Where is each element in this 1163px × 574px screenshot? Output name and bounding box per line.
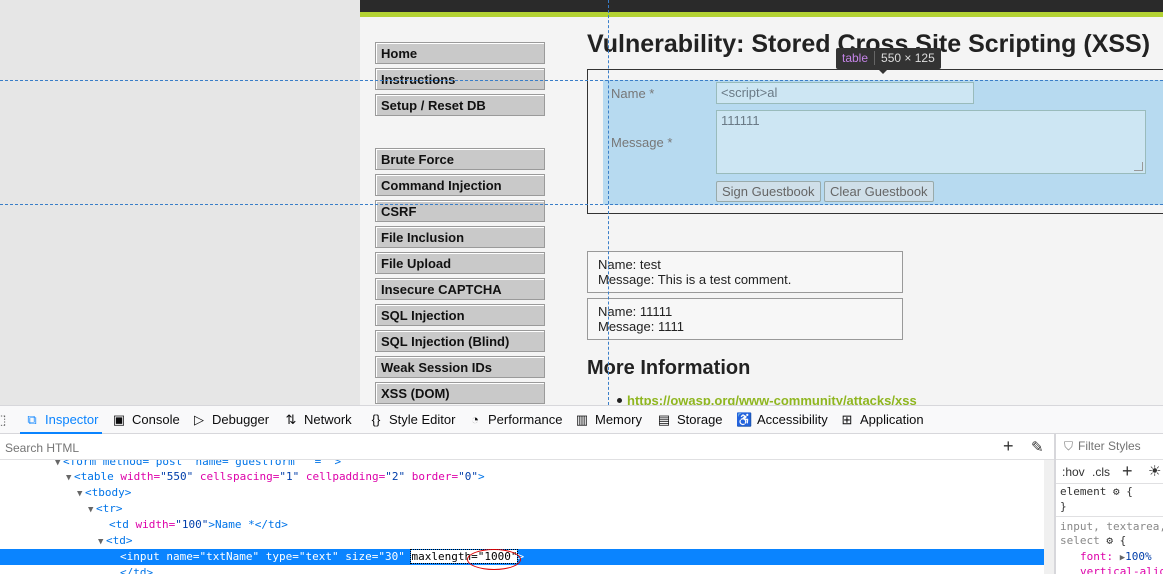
rule-prop-vertical-align: vertical-alig xyxy=(1080,565,1163,574)
accessibility-icon: ♿ xyxy=(736,412,753,427)
message-label: Message * xyxy=(611,135,673,150)
application-icon: ⊞ xyxy=(841,412,853,427)
menu-item-command-injection[interactable]: Command Injection xyxy=(375,174,545,196)
menu-item-setup[interactable]: Setup / Reset DB xyxy=(375,94,545,116)
inspector-highlight-overlay: Name * <script>al Message * 111111 Sign … xyxy=(603,80,1163,205)
left-page-area xyxy=(0,0,360,405)
rule-prop-font: font: ▶100% xyxy=(1080,550,1152,563)
highlight-guide-left xyxy=(608,0,609,405)
markup-line-input-selected[interactable]: <input name="txtName" type="text" size="… xyxy=(0,549,1044,570)
sign-guestbook-button[interactable]: Sign Guestbook xyxy=(716,181,821,202)
markup-line-td[interactable]: ▼ <td> xyxy=(98,533,1054,549)
tab-style-editor[interactable]: {} Style Editor xyxy=(368,406,456,434)
menu-item-sql-injection-blind[interactable]: SQL Injection (Blind) xyxy=(375,330,545,352)
collapse-arrow-icon[interactable]: ▼ xyxy=(88,502,96,518)
menu-gap xyxy=(375,120,545,148)
search-html-input[interactable] xyxy=(3,437,987,458)
debugger-icon: ▷ xyxy=(194,412,204,427)
comment-message: Message: 1111 xyxy=(598,319,684,334)
markup-line-table[interactable]: ▼ <table width="550" cellspacing="1" cell… xyxy=(66,469,1054,485)
rule-divider xyxy=(1056,516,1163,517)
markup-line-td-close[interactable]: </td> xyxy=(120,565,1054,574)
collapse-arrow-icon[interactable]: ▼ xyxy=(66,470,74,486)
tab-inspector[interactable]: ⧉ Inspector xyxy=(19,406,103,434)
rules-panel: Filter Styles ⛉ :hov .cls + ☀ element ⚙ … xyxy=(1056,434,1163,574)
menu-item-sql-injection[interactable]: SQL Injection xyxy=(375,304,545,326)
comment-name: Name: 11111 xyxy=(598,304,673,319)
highlight-guide-top xyxy=(0,80,1163,81)
rule-input-selector: input, textarea, xyxy=(1060,520,1163,533)
sidebar-menu: Home Instructions Setup / Reset DB Brute… xyxy=(375,42,545,405)
storage-icon: ▤ xyxy=(657,412,671,427)
add-rule-icon[interactable]: + xyxy=(1122,461,1133,482)
collapse-arrow-icon[interactable]: ▼ xyxy=(55,460,63,471)
collapse-arrow-icon[interactable]: ▼ xyxy=(77,486,85,502)
filter-icon: ⛉ xyxy=(1064,439,1074,453)
network-icon: ⇅ xyxy=(285,412,297,427)
tab-application[interactable]: ⊞ Application xyxy=(839,406,924,434)
menu-item-xss-dom[interactable]: XSS (DOM) xyxy=(375,382,545,404)
performance-icon: ◔ xyxy=(471,412,479,427)
gear-icon[interactable]: ⚙ xyxy=(1106,534,1113,547)
style-editor-icon: {} xyxy=(371,412,381,427)
tab-performance[interactable]: ◔ Performance xyxy=(467,406,562,434)
header-accent-bar xyxy=(360,12,1163,17)
markup-line-tr[interactable]: ▼ <tr> xyxy=(88,501,1054,517)
memory-icon: ▥ xyxy=(575,412,589,427)
inspector-icon: ⧉ xyxy=(27,412,37,427)
markup-line-td-name[interactable]: <td width="100">Name *</td> xyxy=(109,517,1054,533)
tooltip-dimensions: 550 × 125 xyxy=(874,51,935,65)
tab-console[interactable]: ▣ Console xyxy=(111,406,180,434)
collapse-arrow-icon[interactable]: ▼ xyxy=(98,534,106,550)
gear-icon[interactable]: ⚙ xyxy=(1113,485,1120,498)
tab-memory[interactable]: ▥ Memory xyxy=(574,406,642,434)
rule-input-selector-2: select ⚙ { xyxy=(1060,534,1127,547)
comment-entry: Name: test Message: This is a test comme… xyxy=(587,251,903,293)
light-theme-icon[interactable]: ☀ xyxy=(1148,462,1161,480)
highlight-guide-bottom xyxy=(0,204,1163,205)
menu-item-weak-session-ids[interactable]: Weak Session IDs xyxy=(375,356,545,378)
bullet-icon xyxy=(617,398,622,403)
markup-line-tbody[interactable]: ▼ <tbody> xyxy=(77,485,1054,501)
header-bar xyxy=(360,0,1163,12)
tab-accessibility[interactable]: ♿ Accessibility xyxy=(736,406,828,434)
markup-scrollbar[interactable] xyxy=(1044,460,1054,574)
menu-item-file-inclusion[interactable]: File Inclusion xyxy=(375,226,545,248)
menu-item-instructions[interactable]: Instructions xyxy=(375,68,545,90)
tooltip-arrow-icon xyxy=(878,69,888,74)
inspector-tooltip: table 550 × 125 xyxy=(836,48,941,74)
rule-element: element ⚙ { xyxy=(1060,485,1133,498)
rule-element-close: } xyxy=(1060,500,1067,513)
html-search-bar: + ✎ xyxy=(0,434,1054,460)
dvwa-page: Home Instructions Setup / Reset DB Brute… xyxy=(360,0,1163,405)
owasp-xss-link[interactable]: https://owasp.org/www-community/attacks/… xyxy=(627,393,917,405)
message-text: 111111 xyxy=(721,113,760,128)
element-picker-icon[interactable]: ⬚ xyxy=(0,406,6,434)
devtools-toolbar: ⬚ ⧉ Inspector ▣ Console ▷ Debugger ⇅ Network… xyxy=(0,405,1163,434)
menu-item-brute-force[interactable]: Brute Force xyxy=(375,148,545,170)
tab-network[interactable]: ⇅ Network xyxy=(283,406,352,434)
clear-guestbook-button[interactable]: Clear Guestbook xyxy=(824,181,934,202)
tooltip-tag: table xyxy=(842,51,869,65)
add-node-icon[interactable]: + xyxy=(1003,436,1014,457)
console-icon: ▣ xyxy=(112,412,126,427)
tab-storage[interactable]: ▤ Storage xyxy=(656,406,723,434)
cls-toggle[interactable]: .cls xyxy=(1092,465,1110,479)
hov-toggle[interactable]: :hov xyxy=(1062,465,1085,479)
styles-toolbar: :hov .cls + ☀ xyxy=(1056,460,1163,484)
more-information-heading: More Information xyxy=(587,357,751,379)
comment-message: Message: This is a test comment. xyxy=(598,272,792,287)
eyedropper-icon[interactable]: ✎ xyxy=(1031,438,1044,456)
menu-item-home[interactable]: Home xyxy=(375,42,545,64)
tab-debugger[interactable]: ▷ Debugger xyxy=(191,406,269,434)
comment-entry: Name: 11111 Message: 1111 xyxy=(587,298,903,340)
name-label: Name * xyxy=(611,86,655,101)
message-textarea[interactable]: 111111 xyxy=(716,110,1146,174)
menu-item-insecure-captcha[interactable]: Insecure CAPTCHA xyxy=(375,278,545,300)
menu-item-file-upload[interactable]: File Upload xyxy=(375,252,545,274)
name-input[interactable]: <script>al xyxy=(716,82,974,104)
comment-name: Name: test xyxy=(598,257,661,272)
markup-view: ▼ <form method="post" name="guestform" "=… xyxy=(0,460,1054,574)
resize-handle-icon[interactable] xyxy=(1134,162,1143,171)
